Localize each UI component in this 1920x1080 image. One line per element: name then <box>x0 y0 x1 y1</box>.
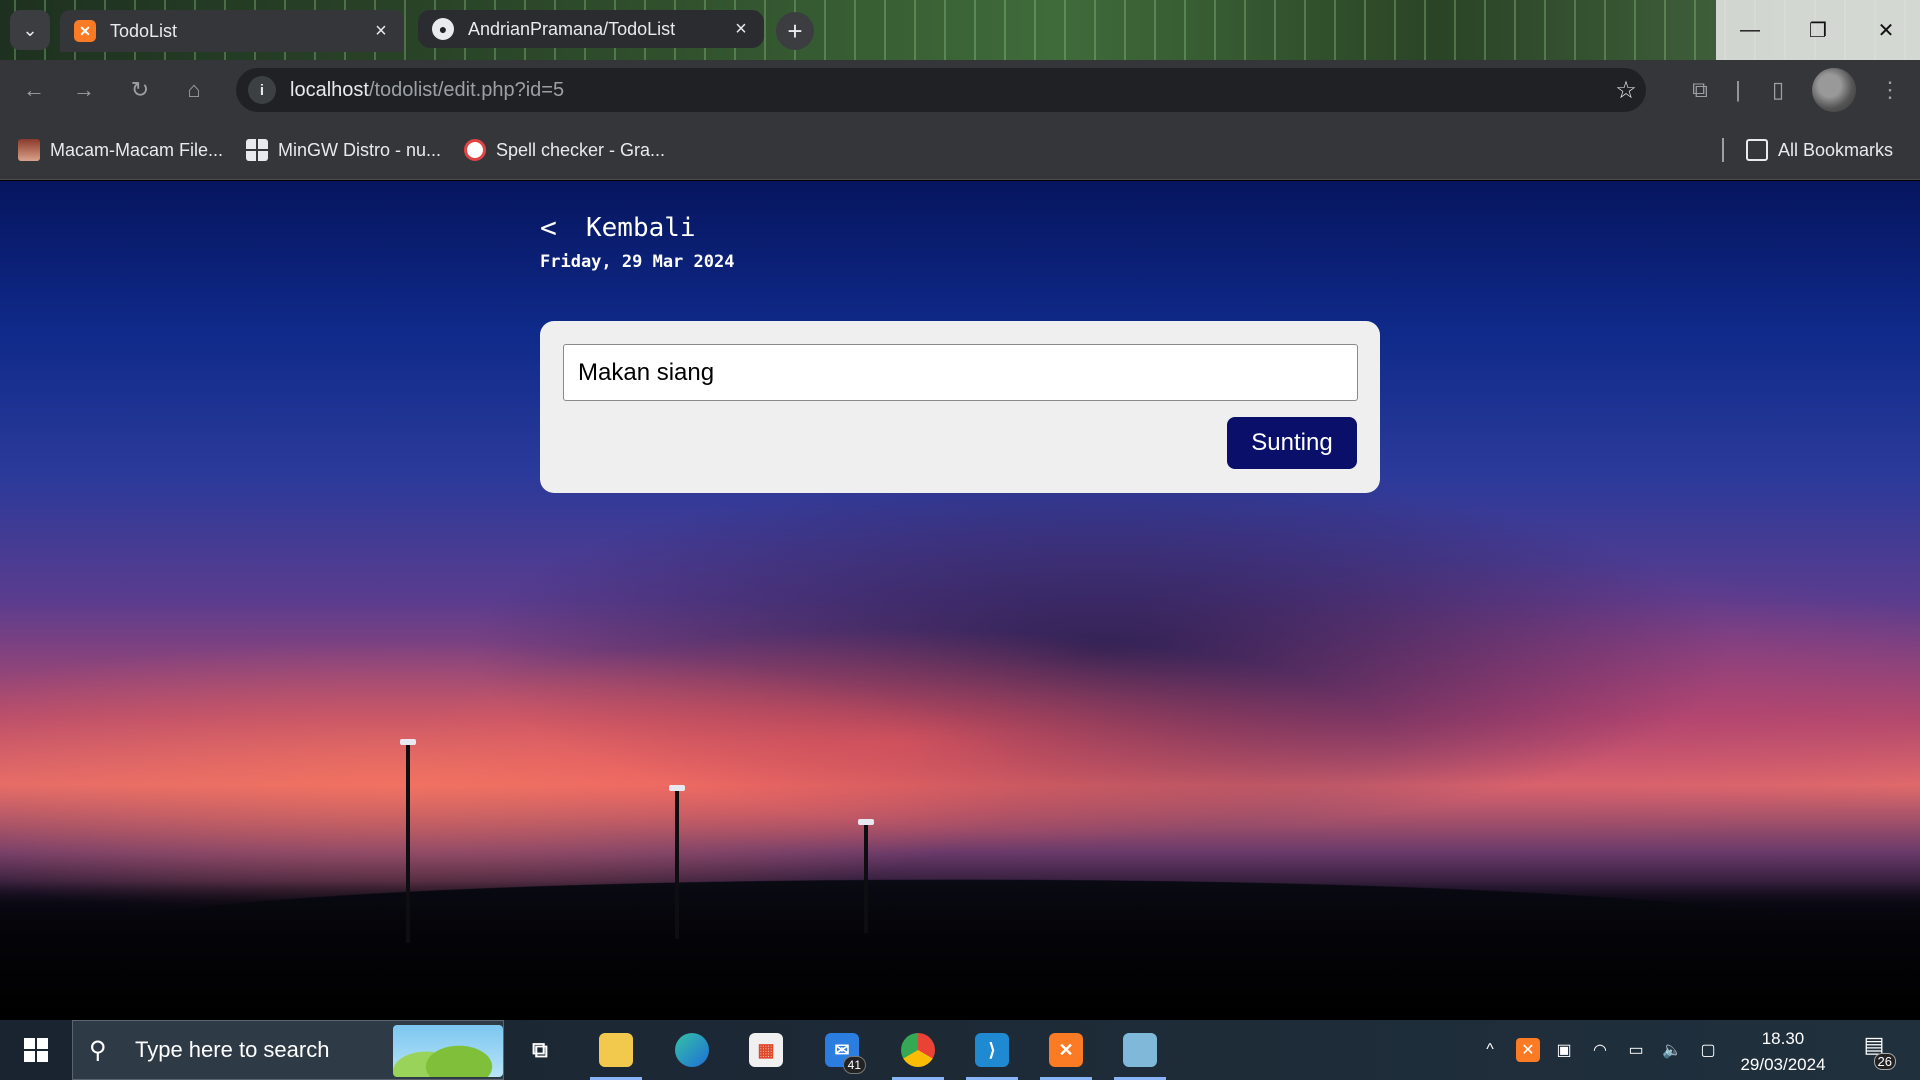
street-lamp <box>400 739 416 943</box>
clock-time: 18.30 <box>1761 1029 1805 1048</box>
volume-icon[interactable]: 🔈 <box>1660 1038 1684 1062</box>
bookmarks-divider <box>1722 138 1724 162</box>
address-bar[interactable]: i localhost/todolist/edit.php?id=5 ☆ <box>236 68 1646 112</box>
background-horizon <box>0 881 1920 1020</box>
task-view-icon: ⧉ <box>532 1037 548 1062</box>
taskbar-search[interactable]: ⚲ Type here to search <box>72 1020 504 1080</box>
new-tab-button[interactable]: + <box>776 12 814 50</box>
restore-icon: ❐ <box>1809 19 1827 42</box>
mail-badge: 41 <box>842 1056 866 1074</box>
taskbar-store[interactable]: ▦ <box>736 1020 796 1080</box>
folder-icon <box>599 1033 633 1067</box>
profile-photo-icon <box>18 139 40 161</box>
windows-grid-icon <box>246 139 268 161</box>
tab-title: AndrianPramana/TodoList <box>468 18 676 39</box>
folder-icon <box>1746 139 1768 161</box>
profile-avatar[interactable] <box>1812 68 1856 112</box>
extensions-icon[interactable]: ⧉ <box>1682 72 1718 108</box>
bookmark-item[interactable]: Spell checker - Gra... <box>464 136 665 164</box>
taskbar-notes-app[interactable] <box>1110 1020 1170 1080</box>
url-host: localhost <box>290 78 369 101</box>
xampp-icon: ✕ <box>74 20 96 42</box>
taskbar: ⚲ Type here to search ⧉ ▦ ✉ 41 ⟩ ✕ ^ ✕ ▣… <box>0 1020 1920 1080</box>
taskbar-edge[interactable] <box>662 1020 722 1080</box>
page-viewport: < Kembali Friday, 29 Mar 2024 Sunting <box>0 181 1920 1020</box>
notification-center-button[interactable]: ▤ 26 <box>1856 1032 1896 1070</box>
github-icon: ● <box>432 18 454 40</box>
start-button[interactable] <box>0 1020 72 1080</box>
xampp-icon: ✕ <box>1049 1033 1083 1067</box>
chrome-icon <box>901 1033 935 1067</box>
notification-badge: 26 <box>1873 1053 1896 1070</box>
search-icon: ⚲ <box>89 1036 107 1064</box>
site-info-icon[interactable]: i <box>248 76 276 104</box>
taskbar-mail[interactable]: ✉ 41 <box>812 1020 872 1080</box>
chevron-left-icon: < <box>540 211 557 244</box>
back-arrow-icon[interactable]: ← <box>16 72 52 108</box>
edge-icon <box>675 1033 709 1067</box>
close-icon: ✕ <box>1877 19 1895 42</box>
search-highlight-image <box>393 1025 503 1077</box>
bookmark-item[interactable]: MinGW Distro - nu... <box>246 136 441 164</box>
close-icon[interactable]: × <box>728 18 754 41</box>
taskbar-vscode[interactable]: ⟩ <box>962 1020 1022 1080</box>
all-bookmarks-button[interactable]: All Bookmarks <box>1746 136 1893 164</box>
minimize-icon: — <box>1740 18 1760 41</box>
chevron-down-icon: ⌄ <box>22 19 38 40</box>
bookmarks-bar: Macam-Macam File... MinGW Distro - nu...… <box>0 120 1920 180</box>
bookmark-label: Macam-Macam File... <box>50 139 224 160</box>
bookmark-label: MinGW Distro - nu... <box>278 139 442 160</box>
browser-title-bar: ⌄ ✕ TodoList × ● AndrianPramana/TodoList… <box>0 0 1920 60</box>
back-label: Kembali <box>586 212 696 243</box>
minimize-button[interactable]: — <box>1716 0 1784 60</box>
system-clock[interactable]: 18.30 29/03/2024 <box>1728 1026 1838 1078</box>
close-window-button[interactable]: ✕ <box>1852 0 1920 60</box>
edit-todo-card: Sunting <box>540 321 1380 493</box>
taskbar-file-explorer[interactable] <box>586 1020 646 1080</box>
windows-logo-icon <box>24 1038 48 1062</box>
taskbar-chrome[interactable] <box>888 1020 948 1080</box>
taskbar-xampp[interactable]: ✕ <box>1036 1020 1096 1080</box>
toolbar-divider: | <box>1735 77 1741 102</box>
url-path: /todolist/edit.php?id=5 <box>368 78 565 101</box>
side-panel-icon[interactable]: ▯ <box>1760 72 1796 108</box>
display-tray-icon[interactable]: ▣ <box>1552 1038 1576 1062</box>
battery-icon[interactable]: ▭ <box>1624 1038 1648 1062</box>
tab-search-button[interactable]: ⌄ <box>10 10 50 50</box>
notepad-icon <box>1123 1033 1157 1067</box>
task-view-button[interactable]: ⧉ <box>510 1020 570 1080</box>
vscode-icon: ⟩ <box>975 1033 1009 1067</box>
tab-github[interactable]: ● AndrianPramana/TodoList × <box>418 10 764 48</box>
forward-arrow-icon[interactable]: → <box>66 72 102 108</box>
plus-icon: + <box>787 15 803 46</box>
back-link[interactable]: < Kembali <box>540 211 696 244</box>
bookmark-item[interactable]: Macam-Macam File... <box>18 136 223 164</box>
browser-toolbar: ← → ↻ ⌂ i localhost/todolist/edit.php?id… <box>0 60 1920 120</box>
bookmark-star-icon[interactable]: ☆ <box>1606 76 1646 105</box>
street-lamp <box>669 785 685 939</box>
tab-todolist[interactable]: ✕ TodoList × <box>60 10 404 52</box>
reload-icon[interactable]: ↻ <box>122 72 158 108</box>
store-icon: ▦ <box>749 1033 783 1067</box>
url-text[interactable]: localhost/todolist/edit.php?id=5 <box>290 79 1606 102</box>
spell-checker-icon <box>464 139 486 161</box>
all-bookmarks-label: All Bookmarks <box>1778 139 1894 160</box>
wifi-icon[interactable]: ◠ <box>1588 1038 1612 1062</box>
clock-date: 29/03/2024 <box>1740 1055 1826 1074</box>
home-icon[interactable]: ⌂ <box>176 72 212 108</box>
xampp-tray-icon[interactable]: ✕ <box>1516 1038 1540 1062</box>
meet-now-icon[interactable]: ▢ <box>1696 1038 1720 1062</box>
close-icon[interactable]: × <box>368 20 394 43</box>
edit-button[interactable]: Sunting <box>1227 417 1357 469</box>
todo-input[interactable] <box>563 344 1358 401</box>
restore-button[interactable]: ❐ <box>1784 0 1852 60</box>
page-date: Friday, 29 Mar 2024 <box>540 252 735 272</box>
tab-title: TodoList <box>110 20 178 41</box>
street-lamp <box>858 819 874 933</box>
bookmark-label: Spell checker - Gra... <box>496 139 666 160</box>
tray-chevron-up-icon[interactable]: ^ <box>1478 1038 1502 1062</box>
menu-kebab-icon[interactable]: ⋮ <box>1872 72 1908 108</box>
